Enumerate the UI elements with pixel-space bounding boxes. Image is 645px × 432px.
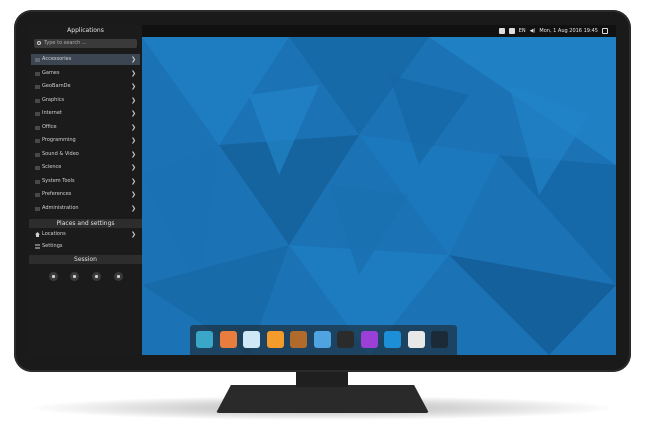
folder-app-icon[interactable] [243, 331, 260, 348]
browser-app-icon[interactable] [384, 331, 401, 348]
grid-icon [35, 139, 40, 143]
search-placeholder: Type to search ... [44, 40, 87, 46]
places-section-title: Places and settings [29, 219, 142, 228]
category-label: Science [42, 164, 62, 170]
category-item[interactable]: Science ❯ [31, 162, 140, 173]
chat-app-icon[interactable] [360, 331, 378, 348]
software-app-icon[interactable] [219, 331, 237, 348]
chevron-right-icon: ❯ [130, 83, 136, 90]
session-section-title: Session [29, 255, 142, 264]
monitor-stand-base [216, 385, 429, 413]
inkscape-app-icon[interactable] [290, 331, 307, 348]
grid-icon [35, 125, 40, 130]
applications-menu: Applications Type to search ... Accessor… [29, 25, 142, 355]
home-icon [35, 232, 40, 237]
chevron-right-icon: ❯ [130, 150, 136, 158]
grid-icon [35, 58, 40, 62]
category-label: Graphics [42, 96, 65, 103]
category-item[interactable]: Sound & Video ❯ [31, 149, 140, 160]
category-item[interactable]: Programming ❯ [31, 135, 140, 146]
logout-icon[interactable] [70, 272, 79, 281]
clock[interactable]: Mon, 1 Aug 2016 19:45 [539, 25, 598, 37]
desktop-screen: EN ◀) Mon, 1 Aug 2016 19:45 Applications… [29, 25, 616, 355]
monitor-app-icon[interactable] [431, 331, 448, 348]
grid-icon [35, 193, 40, 197]
lock-icon[interactable] [49, 272, 58, 281]
category-item[interactable]: GeoBarnDe ❯ [31, 81, 140, 92]
places-item-label: Settings [42, 243, 63, 249]
calc-app-icon[interactable] [407, 331, 425, 348]
panel-icon[interactable] [602, 28, 608, 34]
chevron-right-icon: ❯ [130, 137, 136, 144]
category-item[interactable]: Internet ❯ [31, 108, 140, 119]
grid-icon [35, 85, 40, 89]
category-label: GeoBarnDe [42, 83, 71, 89]
dock [190, 325, 457, 355]
grid-icon [35, 152, 40, 157]
grid-icon [35, 166, 40, 170]
menu-title: Applications [67, 27, 104, 34]
category-item[interactable]: Games ❯ [31, 68, 140, 79]
firefox-app-icon[interactable] [266, 331, 284, 348]
chevron-right-icon: ❯ [130, 191, 136, 198]
power-icon[interactable] [114, 272, 123, 281]
session-buttons [29, 270, 142, 284]
files-app-icon[interactable] [196, 331, 213, 348]
chevron-right-icon: ❯ [130, 123, 136, 131]
grid-icon [35, 206, 40, 211]
grid-icon [35, 71, 40, 76]
grid-icon [35, 98, 40, 103]
restart-icon[interactable] [92, 272, 101, 281]
screen-icon[interactable] [508, 28, 515, 34]
chevron-right-icon: ❯ [130, 231, 136, 238]
chevron-right-icon: ❯ [130, 110, 136, 117]
category-item[interactable]: Office ❯ [31, 122, 140, 133]
category-item[interactable]: Preferences ❯ [31, 189, 140, 200]
keyboard-layout[interactable]: EN [519, 25, 526, 37]
chevron-right-icon: ❯ [130, 69, 136, 77]
places-item-locations[interactable]: Locations ❯ [31, 229, 140, 240]
category-label: Preferences [42, 191, 72, 197]
volume-icon[interactable]: ◀) [530, 25, 536, 37]
search-input[interactable]: Type to search ... [34, 39, 137, 48]
chevron-right-icon: ❯ [130, 96, 136, 104]
search-icon [37, 41, 41, 45]
category-label: Programming [42, 137, 76, 143]
category-item[interactable]: Administration ❯ [31, 203, 140, 214]
category-label: Internet [42, 110, 62, 116]
category-label: System Tools [42, 177, 75, 184]
chevron-right-icon: ❯ [130, 204, 136, 212]
settings-icon [35, 244, 40, 249]
photos-app-icon[interactable] [313, 331, 331, 348]
category-item[interactable]: Accessories ❯ [31, 54, 140, 65]
grid-icon [35, 179, 40, 184]
places-item-settings[interactable]: Settings [31, 241, 140, 252]
places-item-label: Locations [42, 231, 66, 237]
category-item[interactable]: Graphics ❯ [31, 95, 140, 106]
grid-icon [35, 112, 40, 116]
category-label: Sound & Video [42, 150, 79, 157]
category-item[interactable]: System Tools ❯ [31, 176, 140, 187]
category-label: Administration [42, 204, 79, 211]
terminal-app-icon[interactable] [337, 331, 354, 348]
category-label: Games [42, 69, 60, 76]
chevron-right-icon: ❯ [130, 56, 136, 63]
category-label: Office [42, 123, 57, 130]
category-label: Accessories [42, 56, 72, 62]
chevron-right-icon: ❯ [130, 164, 136, 171]
chevron-right-icon: ❯ [130, 177, 136, 185]
status-area: EN ◀) Mon, 1 Aug 2016 19:45 [498, 25, 608, 37]
window-icon[interactable] [498, 28, 505, 34]
